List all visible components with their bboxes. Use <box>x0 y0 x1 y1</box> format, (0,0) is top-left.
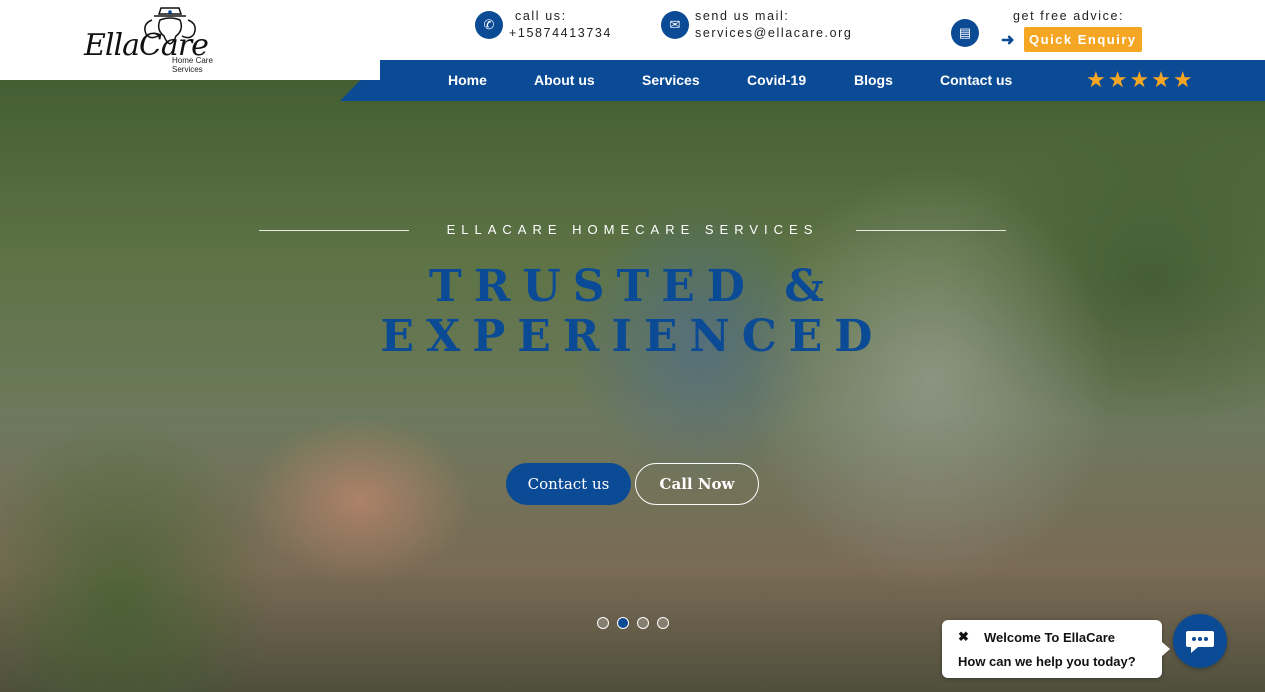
chat-welcome-message: How can we help you today? <box>958 654 1136 669</box>
slider-dot[interactable] <box>637 617 649 629</box>
chat-welcome-popup: ✖ Welcome To EllaCare How can we help yo… <box>942 620 1170 678</box>
slider-dot[interactable] <box>617 617 629 629</box>
nav-covid-19[interactable]: Covid-19 <box>747 72 806 88</box>
chat-launcher-button[interactable] <box>1173 614 1227 668</box>
advice-contact: ▤ get free advice: ➜ Quick Enquiry <box>951 8 1142 52</box>
nav-about-us[interactable]: About us <box>534 72 595 88</box>
advice-label: get free advice: <box>1013 9 1125 23</box>
arrow-right-icon: ➜ <box>1001 32 1017 49</box>
nav-home[interactable]: Home <box>448 72 487 88</box>
hero-call-now-button[interactable]: Call Now <box>635 463 759 505</box>
hero-contact-us-button[interactable]: Contact us <box>506 463 631 505</box>
logo[interactable]: EllaCare Home Care Services <box>84 7 244 74</box>
hero-kicker: ELLACARE HOMECARE SERVICES <box>446 222 819 237</box>
chat-welcome-title: Welcome To EllaCare <box>984 630 1116 645</box>
logo-area: EllaCare Home Care Services <box>0 0 380 80</box>
nav-services[interactable]: Services <box>642 72 700 88</box>
slider-dot[interactable] <box>597 617 609 629</box>
close-icon[interactable]: ✖ <box>958 629 969 645</box>
hero-headline-line2: EXPERIENCED <box>380 311 885 362</box>
slider-dot[interactable] <box>657 617 669 629</box>
phone-icon: ✆ <box>475 11 503 39</box>
mail-address[interactable]: services@ellacare.org <box>695 25 852 42</box>
chat-bubble-icon <box>1186 631 1214 653</box>
hero-headline: TRUSTED & EXPERIENCED <box>0 262 1265 362</box>
slider-pagination <box>597 617 669 629</box>
mail-icon: ✉ <box>661 11 689 39</box>
brand-tagline: Home Care Services <box>172 56 213 74</box>
call-label: call us: <box>515 9 567 23</box>
chat-icon: ▤ <box>951 19 979 47</box>
rating-stars-icon: ★★★★★ <box>1086 67 1195 92</box>
nav-blogs[interactable]: Blogs <box>854 72 893 88</box>
hero-image-overlay <box>0 80 1265 692</box>
call-contact[interactable]: ✆ call us: +15874413734 <box>475 8 612 42</box>
nav-contact-us[interactable]: Contact us <box>940 72 1012 88</box>
hero-headline-line1: TRUSTED & <box>429 261 836 312</box>
mail-label: send us mail: <box>695 9 790 23</box>
mail-contact[interactable]: ✉ send us mail: services@ellacare.org <box>661 8 852 42</box>
hero-banner <box>0 80 1265 692</box>
call-number[interactable]: +15874413734 <box>509 25 612 42</box>
main-nav: Home About us Services Covid-19 Blogs Co… <box>340 60 1265 101</box>
quick-enquiry-button[interactable]: Quick Enquiry <box>1024 27 1142 52</box>
